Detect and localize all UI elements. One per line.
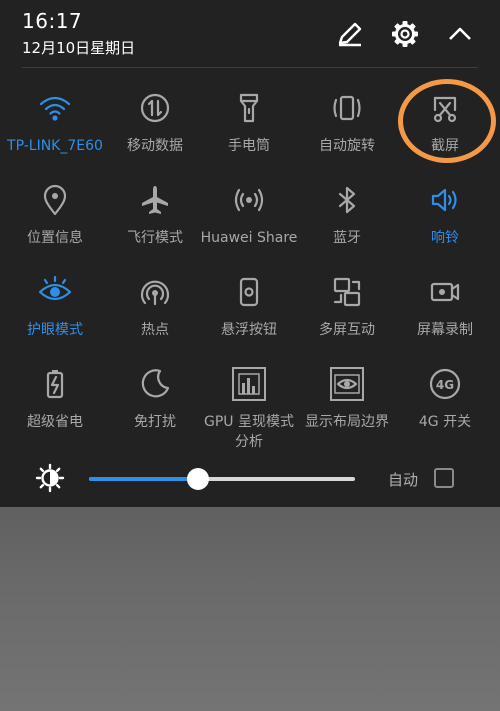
- hotspot-icon: [137, 274, 173, 310]
- toggle-label: 手电筒: [228, 138, 270, 154]
- toggle-volume[interactable]: 响铃: [395, 182, 495, 274]
- chevron-up-icon: [449, 27, 471, 40]
- bluetooth-icon: [329, 182, 365, 218]
- volume-icon: [427, 182, 463, 218]
- toggle-label: 移动数据: [127, 138, 183, 154]
- toggle-label: 位置信息: [27, 230, 83, 246]
- toggle-multi-screen[interactable]: 多屏互动: [297, 274, 397, 366]
- 4g-icon: 4G: [427, 366, 463, 402]
- brightness-slider-thumb[interactable]: [187, 468, 209, 490]
- toggle-label: 自动旋转: [319, 138, 375, 154]
- svg-text:4G: 4G: [436, 378, 454, 392]
- airplane-icon: [137, 182, 173, 218]
- toggle-do-not-disturb[interactable]: 免打扰: [105, 366, 205, 458]
- toggle-eye-comfort[interactable]: 护眼模式: [5, 274, 105, 366]
- toggle-mobile-data[interactable]: 移动数据: [105, 90, 205, 182]
- toggle-label: 超级省电: [27, 414, 83, 430]
- battery-saver-icon: [37, 366, 73, 402]
- toggle-gpu-rendering[interactable]: GPU 呈现模式 分析: [199, 366, 299, 458]
- toggle-bluetooth[interactable]: 蓝牙: [297, 182, 397, 274]
- wifi-icon: [37, 90, 73, 126]
- toggle-label: 悬浮按钮: [221, 322, 277, 338]
- toggle-label: 响铃: [431, 230, 459, 246]
- edit-button[interactable]: [330, 14, 370, 54]
- auto-brightness-label: 自动: [388, 471, 419, 489]
- multi-screen-icon: [329, 274, 365, 310]
- toggle-huawei-share[interactable]: Huawei Share: [199, 182, 299, 274]
- quick-settings-panel: 16:17 12月10日星期日 TP-LINK_7E60 移动数据 手电筒 自动…: [0, 0, 500, 507]
- screenshot-highlight-circle: [398, 79, 496, 163]
- brightness-slider-track[interactable]: [89, 477, 355, 481]
- auto-rotate-icon: [329, 90, 365, 126]
- toggle-label: 蓝牙: [333, 230, 361, 246]
- huawei-share-icon: [231, 182, 267, 218]
- toggle-label: 免打扰: [134, 414, 176, 430]
- toggle-label: GPU 呈现模式 分析: [204, 414, 294, 450]
- toggle-screen-record[interactable]: 屏幕录制: [395, 274, 495, 366]
- toggle-4g[interactable]: 4G 4G 开关: [395, 366, 495, 458]
- floating-button-icon: [231, 274, 267, 310]
- brightness-icon: [34, 462, 66, 494]
- toggle-label: 屏幕录制: [417, 322, 473, 338]
- screen-record-icon: [427, 274, 463, 310]
- do-not-disturb-icon: [137, 366, 173, 402]
- eye-comfort-icon: [37, 274, 73, 310]
- toggle-flashlight[interactable]: 手电筒: [199, 90, 299, 182]
- toggle-hotspot[interactable]: 热点: [105, 274, 205, 366]
- toggle-auto-rotate[interactable]: 自动旋转: [297, 90, 397, 182]
- toggle-label: 4G 开关: [418, 414, 472, 430]
- collapse-button[interactable]: [440, 14, 480, 54]
- toggle-floating-button[interactable]: 悬浮按钮: [199, 274, 299, 366]
- toggle-label: 飞行模式: [127, 230, 183, 246]
- toggle-airplane[interactable]: 飞行模式: [105, 182, 205, 274]
- background-shade: [0, 507, 500, 711]
- date-label: 12月10日星期日: [22, 39, 136, 57]
- pencil-icon: [338, 22, 362, 47]
- toggle-battery-saver[interactable]: 超级省电: [5, 366, 105, 458]
- toggle-label: 显示布局边界: [305, 414, 389, 430]
- mobile-data-icon: [137, 90, 173, 126]
- location-icon: [37, 182, 73, 218]
- gpu-rendering-icon: [231, 366, 267, 402]
- toggle-wifi[interactable]: TP-LINK_7E60: [5, 90, 105, 182]
- toggle-label: 多屏互动: [319, 322, 375, 338]
- auto-brightness-checkbox[interactable]: [434, 468, 454, 488]
- toggle-label: TP-LINK_7E60: [7, 138, 103, 154]
- settings-button[interactable]: [385, 14, 425, 54]
- flashlight-icon: [231, 90, 267, 126]
- brightness-slider-fill: [89, 477, 198, 481]
- toggle-label: 护眼模式: [27, 322, 83, 338]
- layout-bounds-icon: [329, 366, 365, 402]
- gear-icon: [392, 21, 418, 47]
- toggle-label: Huawei Share: [200, 230, 298, 246]
- clock-time: 16:17: [22, 9, 83, 33]
- toggle-layout-bounds[interactable]: 显示布局边界: [297, 366, 397, 458]
- header-divider: [22, 67, 478, 68]
- toggle-location[interactable]: 位置信息: [5, 182, 105, 274]
- toggle-label: 热点: [141, 322, 169, 338]
